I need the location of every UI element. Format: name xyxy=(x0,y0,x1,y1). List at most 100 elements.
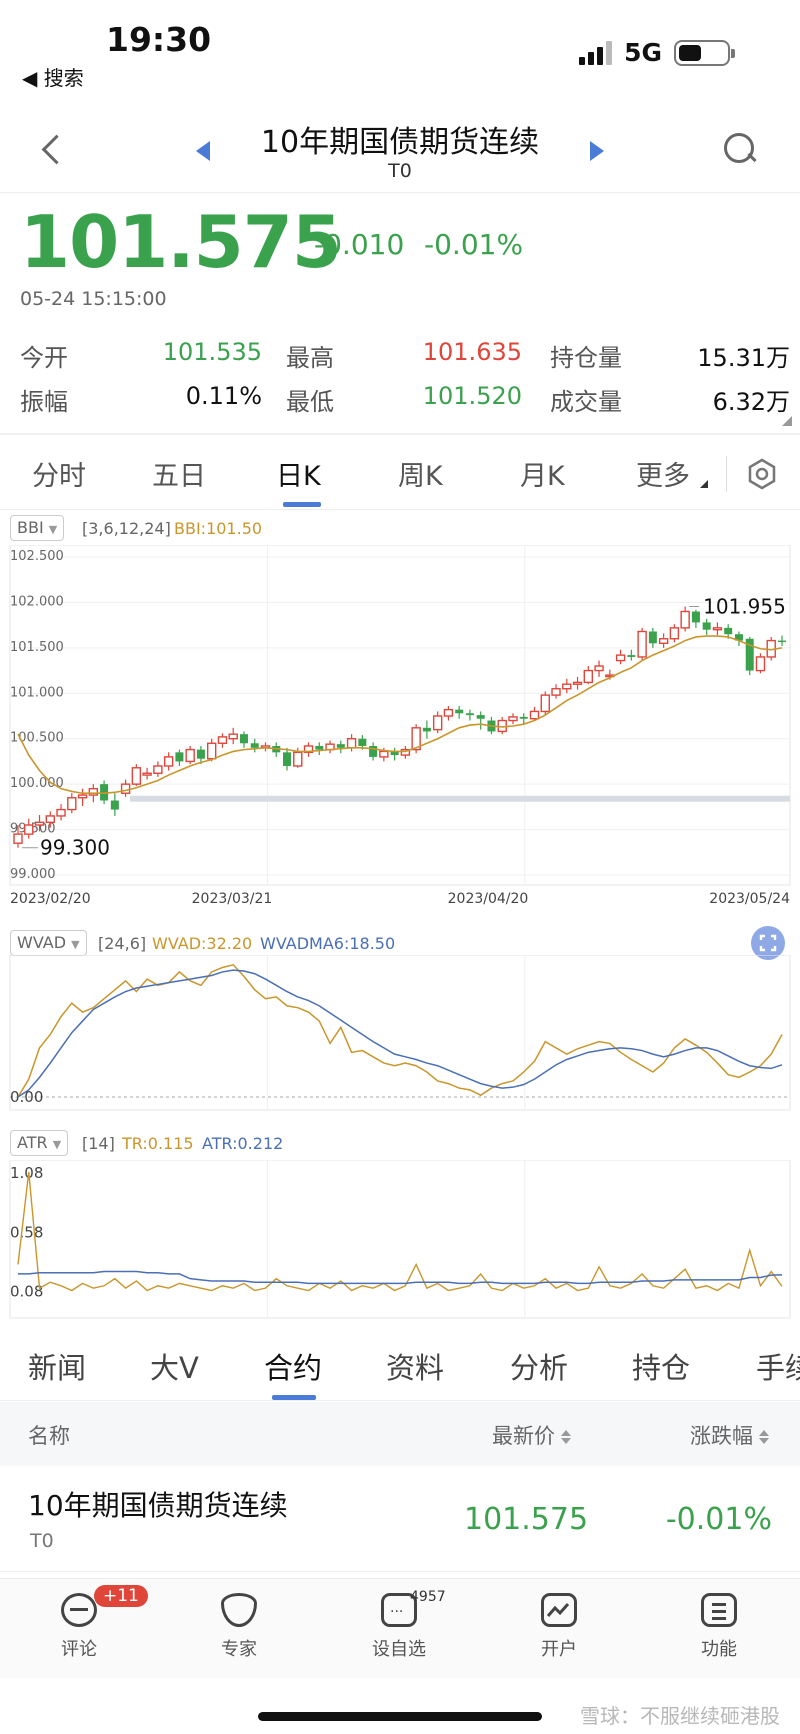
tab-monthly-k[interactable]: 月K xyxy=(520,454,565,493)
stat-open-value: 101.535 xyxy=(162,338,262,366)
y-tick-label: 99.000 xyxy=(10,867,56,882)
candle-body xyxy=(465,713,474,716)
y-tick-label: 101.500 xyxy=(10,640,64,655)
candle-body xyxy=(519,716,528,719)
candle-body xyxy=(627,655,636,657)
tab-profile[interactable]: 资料 xyxy=(386,1345,444,1387)
settings-gear-icon[interactable] xyxy=(746,458,778,490)
stat-oi-value: 15.31万 xyxy=(697,344,790,372)
candle-body xyxy=(196,749,205,759)
candle-body xyxy=(572,681,583,685)
y-tick-label: 102.000 xyxy=(10,594,64,609)
candle-body xyxy=(379,750,389,758)
bbi-indicator-select[interactable]: BBI ▼ xyxy=(10,515,65,541)
candle-body xyxy=(67,797,77,811)
wvadma-value: WVADMA6:18.50 xyxy=(260,934,396,953)
candle-body xyxy=(34,821,45,826)
contract-name: 10年期国债期货连续 xyxy=(28,1489,288,1522)
contract-price: 101.575 xyxy=(464,1502,589,1537)
wvad-indicator-select[interactable]: WVAD ▼ xyxy=(10,930,87,956)
contract-pct: -0.01% xyxy=(665,1502,772,1537)
wvad-chart: 0.00 xyxy=(9,955,791,1111)
next-instrument-icon[interactable] xyxy=(590,141,604,161)
tab-weekly-k[interactable]: 周K xyxy=(398,454,443,493)
candle-body xyxy=(432,715,443,731)
candle-body xyxy=(120,783,131,794)
price-change-pct: -0.01% xyxy=(424,228,524,261)
candle-body xyxy=(293,751,303,767)
nav-expert[interactable]: 专家 xyxy=(194,1593,284,1661)
tab-contract[interactable]: 合约 xyxy=(264,1345,322,1387)
candle-body xyxy=(508,716,518,722)
sort-icon xyxy=(759,1430,769,1444)
stat-low-value: 101.520 xyxy=(422,382,522,410)
nav-watchlist-label: 设自选 xyxy=(372,1639,426,1660)
tab-position[interactable]: 持仓 xyxy=(632,1345,690,1387)
tab-five-day[interactable]: 五日 xyxy=(152,454,206,493)
nav-expert-label: 专家 xyxy=(221,1639,257,1660)
chart-frame xyxy=(9,545,791,886)
atr-chip-label: ATR xyxy=(17,1133,48,1152)
wvad-line xyxy=(17,963,783,1098)
chart-frame xyxy=(9,1160,791,1319)
chevron-down-icon: ▼ xyxy=(48,523,58,536)
candle-body xyxy=(755,656,766,672)
nav-functions[interactable]: 功能 xyxy=(674,1593,764,1661)
tab-intraday[interactable]: 分时 xyxy=(32,454,86,493)
status-indicators: 5G xyxy=(579,38,735,67)
back-to-search[interactable]: ◀ 搜索 xyxy=(22,62,84,91)
col-pct-sort[interactable]: 涨跌幅 xyxy=(690,1420,769,1450)
instrument-code: T0 xyxy=(388,160,412,182)
watchlist-count: 4957 xyxy=(410,1589,446,1605)
wvad-params: [24,6] xyxy=(98,934,147,953)
kline-chart[interactable]: 102.500 102.000 101.500 101.000 100.500 100.0… xyxy=(0,545,800,907)
tab-analysis[interactable]: 分析 xyxy=(510,1345,568,1387)
candle-body xyxy=(228,733,238,740)
news-tab-active-indicator xyxy=(272,1395,316,1400)
candle-body xyxy=(13,833,23,844)
tab-news[interactable]: 新闻 xyxy=(28,1345,86,1387)
search-icon[interactable] xyxy=(724,133,756,165)
y-tick-label: 0.08 xyxy=(10,1283,43,1301)
candle-body xyxy=(778,640,786,643)
candle-body xyxy=(562,683,572,690)
expand-corner-icon[interactable] xyxy=(782,416,792,426)
candle-body xyxy=(283,752,292,766)
tr-line xyxy=(17,1171,783,1292)
candle-body xyxy=(239,734,248,744)
candle-body xyxy=(476,715,485,719)
wvad-chip-label: WVAD xyxy=(17,933,67,952)
atr-indicator-select[interactable]: ATR ▼ xyxy=(10,1130,69,1156)
comment-badge: +11 xyxy=(94,1585,148,1607)
network-type: 5G xyxy=(624,38,662,67)
x-tick-label: 2023/05/24 xyxy=(709,891,790,907)
stat-low: 最低 xyxy=(286,388,334,416)
candle-body xyxy=(712,627,723,631)
news-tabs: 新闻 大V 合约 资料 分析 持仓 手续 xyxy=(0,1325,800,1401)
atr-params: [14] xyxy=(82,1134,115,1153)
title-bar: 10年期国债期货连续 T0 xyxy=(0,105,800,193)
high-annotation: 101.955 xyxy=(703,595,786,619)
candle-body xyxy=(369,745,378,757)
tab-big-v[interactable]: 大V xyxy=(150,1345,199,1387)
candle-body xyxy=(594,665,604,672)
tab-daily-k[interactable]: 日K xyxy=(276,454,321,493)
x-tick-label: 2023/02/20 xyxy=(10,891,91,907)
last-price: 101.575 xyxy=(20,200,342,284)
chevron-down-icon: ▼ xyxy=(71,938,80,951)
chart-frame xyxy=(9,955,791,1111)
candle-body xyxy=(315,745,324,750)
watermark: 雪球：不服继续砸港股 xyxy=(580,1704,780,1728)
sort-icon xyxy=(561,1430,571,1444)
tab-fees[interactable]: 手续 xyxy=(756,1345,800,1387)
stat-amp: 振幅 xyxy=(20,388,68,416)
col-price-sort[interactable]: 最新价 xyxy=(492,1420,571,1450)
candle-body xyxy=(455,709,464,714)
status-bar: 19:30 ◀ 搜索 5G xyxy=(0,0,800,100)
nav-open-account[interactable]: 开户 xyxy=(514,1593,604,1661)
list-item[interactable]: 10年期国债期货连续 T0 101.575 -0.01% xyxy=(0,1466,800,1572)
stat-high-value: 101.635 xyxy=(422,338,522,366)
tab-more[interactable]: 更多 xyxy=(636,454,690,493)
candle-body xyxy=(529,710,540,720)
candle-body xyxy=(45,815,55,824)
